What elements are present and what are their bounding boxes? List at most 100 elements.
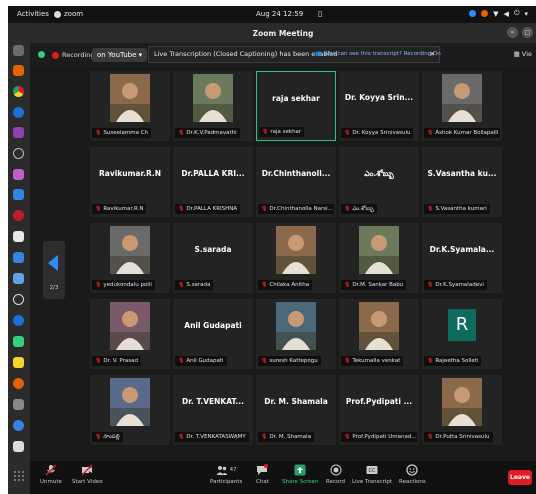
muted-microphone-icon: 🎙 <box>95 282 102 288</box>
participant-display-name: Dr. M. Shamala <box>264 397 328 406</box>
participant-name: Tekumalla venkat <box>352 358 401 364</box>
screen-share-indicator-icon[interactable]: ▯ <box>318 9 322 18</box>
participant-video <box>110 226 150 274</box>
participant-tile[interactable]: raja sekhar 🎙 raja sekhar <box>256 71 336 141</box>
share-screen-label: Share Screen <box>282 479 319 485</box>
participant-tile[interactable]: 🎙 Tekumalla venkat <box>339 299 419 369</box>
muted-microphone-icon: 🎙 <box>427 434 434 440</box>
share-screen-button[interactable]: Share Screen <box>282 464 319 485</box>
dock-app-icon[interactable] <box>13 294 24 305</box>
volume-icon[interactable]: ◀ <box>504 10 509 18</box>
maximize-icon[interactable]: ◻ <box>522 27 533 38</box>
dock-app-icon[interactable] <box>13 189 24 200</box>
dock-app-icon[interactable] <box>13 169 24 180</box>
dock-app-icon[interactable] <box>13 315 24 326</box>
menu-chevron-icon[interactable]: ▾ <box>524 10 528 18</box>
network-icon[interactable]: ▼ <box>493 10 498 18</box>
recording-label: Recording <box>62 51 95 59</box>
participant-tile[interactable]: 🎙 Chilaka Anitha <box>256 223 336 293</box>
participant-name-tag: 🎙 Dr. M. Shamala <box>258 432 315 442</box>
chrome-icon[interactable] <box>13 86 24 97</box>
dock-app-icon[interactable] <box>13 336 24 347</box>
participant-display-name: Prof.Pydipati ... <box>345 397 413 406</box>
unmute-button[interactable]: Unmute <box>40 464 62 485</box>
participant-name-tag: 🎙 Rajeetha Solleti <box>424 356 482 366</box>
participant-tile[interactable]: 🎙 Dr. V. Prasad <box>90 299 170 369</box>
transcript-visibility-link[interactable]: 👥 Who can see this transcript? Recording… <box>315 47 441 62</box>
zoom-dock-icon[interactable] <box>13 420 24 431</box>
gallery-view: 2/3 🎙 Suseelamma Ch 🎙 Dr.K.V.Padmavathi raja… <box>30 67 536 461</box>
participant-name: Ravikumar.R.N <box>103 206 144 212</box>
participant-tile[interactable]: Dr. Koyya Srin... 🎙 Dr. Koyya Srinivasulu <box>339 71 419 141</box>
record-button[interactable]: Record <box>326 464 345 485</box>
muted-microphone-icon: 🎙 <box>178 282 185 288</box>
dock-app-icon[interactable] <box>13 210 24 221</box>
participant-tile[interactable]: R 🎙 Rajeetha Solleti <box>422 299 502 369</box>
dock-app-icon[interactable] <box>13 357 24 368</box>
participant-tile[interactable]: ఎం.శోబ్బు 🎙 ఎం.శోబ్బు <box>339 147 419 217</box>
participant-tile[interactable]: Anil Gudapati 🎙 Anil Gudapati <box>173 299 253 369</box>
dock-app-icon[interactable] <box>13 127 24 138</box>
participant-tile[interactable]: 🎙 suresh Kattepogu <box>256 299 336 369</box>
recording-indicator[interactable]: Recording <box>52 51 95 59</box>
activities-button[interactable]: Activities <box>17 10 49 18</box>
participant-photo <box>442 74 482 122</box>
participant-tile[interactable]: Dr. T.VENKAT... 🎙 Dr. T.VENKATASWAMY <box>173 375 253 445</box>
participant-tile[interactable]: Prof.Pydipati ... 🎙 Prof.Pydipati Umanad..… <box>339 375 419 445</box>
leave-button[interactable]: Leave <box>508 470 532 485</box>
participant-name: Suseelamma Ch <box>103 130 149 136</box>
view-button[interactable]: ▦ Vie <box>514 50 532 58</box>
page-indicator: 2/3 <box>49 285 59 291</box>
dock-app-icon[interactable] <box>13 399 24 410</box>
dock-app-icon[interactable] <box>13 441 24 452</box>
power-icon[interactable]: ⏻ <box>514 9 520 18</box>
app-menu[interactable]: zoom <box>54 10 83 18</box>
clock[interactable]: Aug 24 12:59 <box>256 10 303 18</box>
dock-app-icon[interactable] <box>13 45 24 56</box>
zoom-tray-icon[interactable] <box>469 10 477 17</box>
dock-app-icon[interactable] <box>13 273 24 284</box>
participant-tile[interactable]: 🎙 Dr.K.V.Padmavathi <box>173 71 253 141</box>
participant-name: Dr. Koyya Srinivasulu <box>352 130 411 136</box>
participant-tile[interactable]: 🎙 Ashok Kumar Bollapalli <box>422 71 502 141</box>
participant-tile[interactable]: Dr.K.Syamala... 🎙 Dr.K.Syamaladevi <box>422 223 502 293</box>
participant-tile[interactable]: S.Vasantha ku... 🎙 S.Vasantha kumari <box>422 147 502 217</box>
previous-page-button[interactable]: 2/3 <box>43 241 65 299</box>
participants-button[interactable]: 47 Participants <box>210 464 242 485</box>
participant-tile[interactable]: 🎙 సాంపల్లి <box>90 375 170 445</box>
dock-app-icon[interactable] <box>13 65 24 76</box>
show-apps-icon[interactable] <box>13 470 24 481</box>
muted-microphone-icon: 🎙 <box>95 130 102 136</box>
live-transcript-button[interactable]: CC Live Transcript <box>352 464 392 485</box>
start-video-button[interactable]: Start Video <box>72 464 103 485</box>
reactions-button[interactable]: Reactions <box>399 464 426 485</box>
close-icon[interactable]: ✕ <box>430 47 435 62</box>
minimize-icon[interactable]: – <box>507 27 518 38</box>
youtube-live-dropdown[interactable]: on YouTube ▾ <box>92 48 148 62</box>
participant-tile[interactable]: S.sarada 🎙 S.sarada <box>173 223 253 293</box>
participant-tile[interactable]: 🎙 Dr.Putta Srinivasulu <box>422 375 502 445</box>
record-tray-icon[interactable] <box>481 10 489 17</box>
participant-display-name: Dr.K.Syamala... <box>429 245 495 254</box>
dock-app-icon[interactable] <box>13 252 24 263</box>
participant-tile[interactable]: 🎙 yedukondalu polli <box>90 223 170 293</box>
system-tray[interactable]: ▼ ◀ ⏻ ▾ <box>469 9 528 18</box>
participant-display-name: Dr. T.VENKAT... <box>182 397 244 406</box>
participant-tile[interactable]: 🎙 Suseelamma Ch <box>90 71 170 141</box>
participant-tile[interactable]: Ravikumar.R.N 🎙 Ravikumar.R.N <box>90 147 170 217</box>
security-indicator[interactable] <box>38 51 45 58</box>
participant-tile[interactable]: Dr.PALLA KRI... 🎙 Dr.PALLA KRISHNA <box>173 147 253 217</box>
participant-tile[interactable]: Dr. M. Shamala 🎙 Dr. M. Shamala <box>256 375 336 445</box>
participant-name: Dr.K.V.Padmavathi <box>186 130 237 136</box>
dock-app-icon[interactable] <box>13 107 24 118</box>
dock-app-icon[interactable] <box>13 378 24 389</box>
participant-display-name: Ravikumar.R.N <box>98 169 162 178</box>
participant-tile[interactable]: Dr.Chinthanoll... 🎙 Dr.Chinthanolla Narsi.… <box>256 147 336 217</box>
dock-app-icon[interactable] <box>13 231 24 242</box>
chat-button[interactable]: Chat <box>256 464 269 485</box>
participant-tile[interactable]: 🎙 Dr.M. Sankar Babu <box>339 223 419 293</box>
participant-name-tag: 🎙 Dr.PALLA KRISHNA <box>175 204 241 214</box>
dock-app-icon[interactable] <box>13 148 24 159</box>
participant-name-tag: 🎙 Dr.K.V.Padmavathi <box>175 128 240 138</box>
muted-microphone-icon: 🎙 <box>427 206 434 212</box>
